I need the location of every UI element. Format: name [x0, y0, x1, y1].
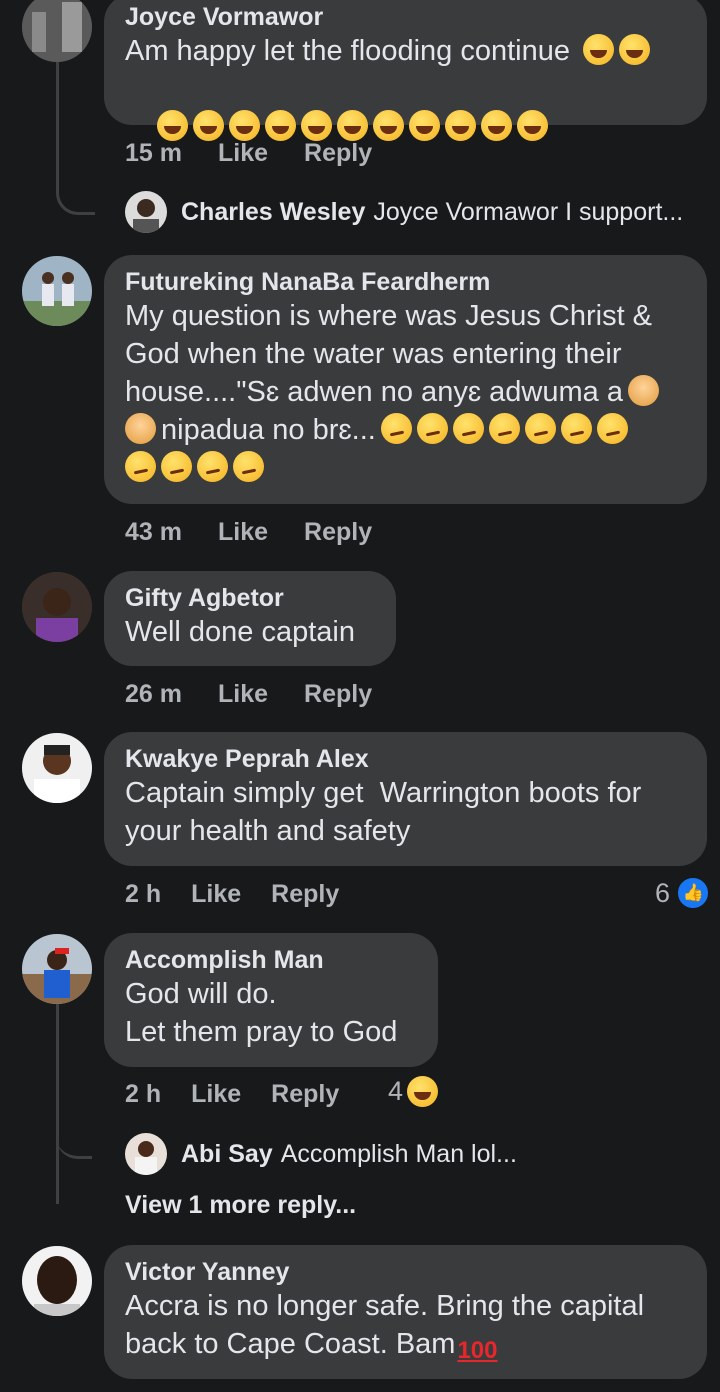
person-emoji-icon [125, 413, 156, 444]
thread-line [56, 1120, 92, 1159]
like-button[interactable]: Like [191, 880, 241, 909]
comment-author[interactable]: Victor Yanney [125, 1257, 685, 1287]
comment-author[interactable]: Gifty Agbetor [125, 583, 374, 613]
avatar[interactable] [22, 572, 92, 642]
comment-time: 43 m [125, 517, 182, 546]
comment-time: 26 m [125, 679, 182, 708]
comment-text-line: back to Cape Coast. Bam100 [125, 1328, 498, 1364]
smirk-emoji-icon [380, 413, 412, 444]
avatar [125, 191, 167, 233]
thread-line [56, 60, 95, 215]
smirk-emoji-icon [452, 413, 484, 444]
reply-preview[interactable]: Charles Wesley Joyce Vormawor I support.… [125, 191, 683, 233]
like-button[interactable]: Like [218, 518, 268, 547]
avatar[interactable] [22, 1246, 92, 1316]
rofl-emoji-icon [583, 34, 615, 65]
avatar[interactable] [22, 934, 92, 1004]
comment-text-line: house...."Sɛ adwen no anyɛ adwuma a [125, 373, 685, 411]
thumbs-up-icon: 👍 [676, 876, 711, 910]
comment-text-line: Captain simply get Warrington boots for [125, 777, 642, 809]
comment-time: 15 m [125, 138, 182, 167]
emoji-row [120, 449, 685, 487]
smirk-emoji-icon [524, 413, 556, 444]
reaction-count: 4 [388, 1076, 404, 1106]
smirk-emoji-icon [161, 451, 192, 482]
reply-author[interactable]: Charles Wesley [181, 198, 365, 227]
comment-text: Am happy let the flooding continue [125, 32, 685, 70]
smirk-emoji-icon [197, 451, 228, 482]
reaction-summary[interactable]: 6 👍 [655, 876, 711, 910]
like-button[interactable]: Like [218, 680, 268, 709]
avatar[interactable] [22, 256, 92, 326]
avatar[interactable] [22, 733, 92, 803]
reply-author[interactable]: Abi Say [181, 1140, 273, 1169]
smirk-emoji-icon [488, 413, 520, 444]
comment-text-line: your health and safety [125, 815, 411, 847]
reply-preview[interactable]: Abi Say Accomplish Man lol... [125, 1133, 517, 1175]
comment-actions: 2 h Like Reply [125, 1077, 375, 1111]
rofl-emoji-icon [517, 110, 549, 141]
person-emoji-icon [627, 375, 659, 406]
comment-text-line: Let them pray to God [125, 1016, 398, 1048]
smirk-emoji-icon [125, 451, 156, 482]
comment-text-line: My question is where was Jesus Christ & [125, 300, 653, 332]
comment-bubble[interactable]: Accomplish Man God will do. Let them pra… [104, 933, 438, 1067]
reply-text: Accomplish Man lol... [280, 1139, 517, 1168]
reply-button[interactable]: Reply [271, 880, 339, 909]
hundred-points-icon: 100 [457, 1337, 498, 1364]
like-button[interactable]: Like [191, 1080, 241, 1109]
joy-emoji-icon [481, 110, 513, 141]
comment-bubble[interactable]: Futureking NanaBa Feardherm My question … [104, 255, 707, 504]
smirk-emoji-icon [233, 451, 264, 482]
comment-actions: 26 m Like Reply [125, 677, 408, 711]
comment-text-line: nipadua no brɛ... [125, 411, 685, 449]
comment-bubble[interactable]: Gifty Agbetor Well done captain [104, 571, 396, 666]
comment-time: 2 h [125, 879, 162, 908]
like-button[interactable]: Like [218, 139, 268, 168]
comment-text-line: God when the water was entering their [125, 338, 622, 370]
comment-text: Well done captain [125, 616, 356, 648]
reply-button[interactable]: Reply [304, 680, 372, 709]
avatar [125, 1133, 167, 1175]
comment-actions: 43 m Like Reply [125, 515, 408, 549]
reply-button[interactable]: Reply [304, 139, 372, 168]
laughing-emoji-icon [407, 1076, 439, 1107]
reaction-summary[interactable]: 4 [388, 1076, 439, 1107]
comment-bubble[interactable]: Kwakye Peprah Alex Captain simply get Wa… [104, 732, 707, 866]
view-more-replies[interactable]: View 1 more reply... [125, 1191, 356, 1220]
comment-actions: 15 m Like Reply [125, 136, 408, 170]
joy-emoji-icon [619, 34, 651, 65]
comment-text-line: God will do. [125, 978, 277, 1010]
rofl-emoji-icon [445, 110, 477, 141]
comment-author[interactable]: Joyce Vormawor [125, 2, 685, 32]
smirk-emoji-icon [560, 413, 592, 444]
comment-author[interactable]: Accomplish Man [125, 945, 416, 975]
thread-line [56, 1004, 59, 1204]
smirk-emoji-icon [596, 413, 628, 444]
smirk-emoji-icon [416, 413, 448, 444]
comment-bubble[interactable]: Victor Yanney Accra is no longer safe. B… [104, 1245, 707, 1379]
comment-bubble[interactable]: Joyce Vormawor Am happy let the flooding… [104, 0, 707, 141]
reply-button[interactable]: Reply [271, 1080, 339, 1109]
comment-actions: 2 h Like Reply [125, 877, 375, 911]
comment-author[interactable]: Futureking NanaBa Feardherm [125, 267, 685, 297]
comment-text-line: Accra is no longer safe. Bring the capit… [125, 1290, 645, 1322]
comment-author[interactable]: Kwakye Peprah Alex [125, 744, 685, 774]
avatar[interactable] [22, 0, 92, 62]
reply-button[interactable]: Reply [304, 518, 372, 547]
comment-time: 2 h [125, 1079, 162, 1108]
reaction-count: 6 [655, 877, 671, 908]
joy-emoji-icon [409, 110, 441, 141]
reply-text: Joyce Vormawor I support... [373, 197, 684, 226]
